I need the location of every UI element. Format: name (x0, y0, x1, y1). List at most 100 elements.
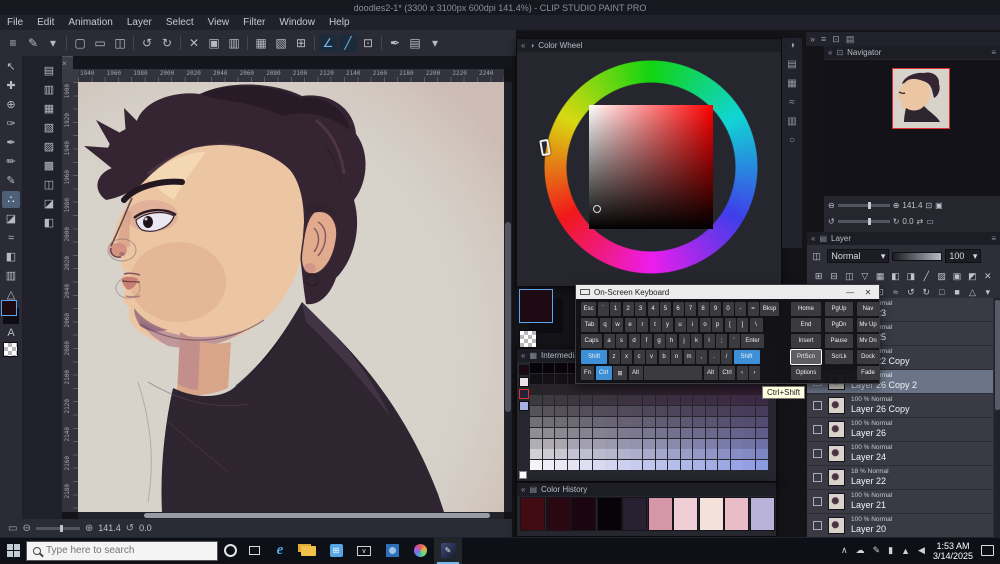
menu-filter[interactable]: Filter (236, 15, 272, 30)
fit-screen-icon[interactable]: ▭ (8, 523, 17, 534)
network-icon[interactable]: ▲ (901, 546, 910, 556)
intermediate-cell[interactable] (730, 395, 743, 406)
intermediate-source-swatch[interactable] (519, 365, 529, 375)
key-2[interactable]: 2 (622, 302, 634, 316)
key-Shift[interactable]: Shift (733, 350, 760, 364)
blend-tool[interactable]: ≈ (2, 229, 20, 246)
key-end[interactable]: End (791, 318, 821, 332)
intermediate-cell[interactable] (718, 460, 731, 471)
intermediate-cell[interactable] (655, 406, 668, 417)
intermediate-cell[interactable] (718, 438, 731, 449)
gradient-icon[interactable]: ▥ (225, 34, 243, 52)
search-input[interactable] (46, 545, 196, 556)
taskbar-clock[interactable]: 1:53 AM 3/14/2025 (933, 541, 973, 561)
menu-layer[interactable]: Layer (120, 15, 159, 30)
snap-to-special-ruler-icon[interactable]: ╱ (339, 34, 357, 52)
intermediate-cell[interactable] (567, 427, 580, 438)
photos-taskbar-button[interactable] (378, 538, 406, 564)
hamburger-menu-icon[interactable]: ≡ (4, 34, 22, 52)
intermediate-cell[interactable] (567, 395, 580, 406)
layer-row[interactable]: 18 % Normal Layer 22 (807, 466, 993, 490)
volume-icon[interactable]: ◀ (918, 545, 925, 556)
intermediate-cell[interactable] (592, 460, 605, 471)
zoom-out-icon[interactable]: ⊖ (22, 523, 30, 534)
fill-icon[interactable]: ▣ (205, 34, 223, 52)
grid-view-icon[interactable]: ⊞ (292, 34, 310, 52)
intermediate-cell[interactable] (617, 406, 630, 417)
intermediate-cell[interactable] (705, 406, 718, 417)
fill-tool-tool[interactable]: ◧ (2, 248, 20, 265)
key-Alt[interactable]: Alt (628, 366, 643, 380)
intermediate-cell[interactable] (743, 417, 756, 427)
key-[[interactable]: [ (724, 318, 736, 332)
key-3[interactable]: 3 (635, 302, 646, 316)
key-options[interactable]: Options (791, 366, 821, 380)
zoom-tool[interactable]: ⊕ (2, 96, 20, 113)
intermediate-cell[interactable] (605, 384, 618, 395)
intermediate-cell[interactable] (655, 449, 668, 460)
key-Tab[interactable]: Tab (581, 318, 598, 332)
intermediate-cell[interactable] (555, 427, 567, 438)
key-;[interactable]: ; (716, 334, 727, 348)
intermediate-cell[interactable] (555, 384, 567, 395)
intermediate-cell[interactable] (555, 406, 567, 417)
intermediate-white-chip[interactable] (519, 471, 527, 479)
open-file-icon[interactable]: ▭ (91, 34, 109, 52)
osk-minimize-button[interactable]: — (843, 288, 857, 297)
operation-tool[interactable]: ↖ (2, 58, 20, 75)
quick-access-tab[interactable]: ⊡ (832, 34, 840, 45)
intermediate-cell[interactable] (743, 449, 756, 460)
intermediate-cell[interactable] (580, 427, 592, 438)
intermediate-cell[interactable] (592, 427, 605, 438)
key--[interactable]: - (735, 302, 746, 316)
zoom-slider[interactable] (35, 524, 80, 532)
intermediate-cell[interactable] (693, 384, 705, 395)
intermediate-cell[interactable] (655, 460, 668, 471)
intermediate-cell[interactable] (680, 406, 693, 417)
color-history-tab[interactable]: ○ (789, 135, 795, 146)
intermediate-cell[interactable] (642, 384, 655, 395)
collapse-icon[interactable]: « (521, 485, 525, 494)
key-scrlk[interactable]: ScrLk (825, 350, 853, 364)
key-b[interactable]: b (658, 350, 670, 364)
intermediate-cell[interactable] (642, 449, 655, 460)
intermediate-cell[interactable] (630, 395, 643, 406)
intermediate-cell[interactable] (743, 384, 756, 395)
zoom-in-icon[interactable]: ⊕ (85, 523, 93, 534)
history-swatch[interactable] (622, 497, 647, 531)
blend-mode-select[interactable]: Normal ▾ (827, 249, 890, 263)
subtool-soft[interactable]: ◫ (40, 176, 58, 193)
cortana-button[interactable] (218, 538, 242, 564)
key-'[interactable]: ' (728, 334, 740, 348)
brush-tool[interactable]: ✎ (2, 172, 20, 189)
key-Ctrl[interactable]: Ctrl (719, 366, 735, 380)
key-m[interactable]: m (683, 350, 695, 364)
intermediate-cell[interactable] (680, 417, 693, 427)
intermediate-cell[interactable] (555, 460, 567, 471)
intermediate-cell[interactable] (668, 438, 680, 449)
rotate-reset-icon[interactable]: ↺ (126, 523, 134, 534)
key-][interactable]: ] (737, 318, 748, 332)
save-file-icon[interactable]: ◫ (111, 34, 129, 52)
intermediate-cell[interactable] (718, 384, 731, 395)
intermediate-cell[interactable] (668, 417, 680, 427)
nav-zoom-out-icon[interactable]: ⊖ (828, 201, 835, 210)
transparent-color-swatch[interactable] (3, 342, 18, 357)
menu-file[interactable]: File (0, 15, 30, 30)
intermediate-cell[interactable] (592, 449, 605, 460)
intermediate-cell[interactable] (580, 384, 592, 395)
key-`[interactable]: ` (597, 302, 609, 316)
intermediate-cell[interactable] (705, 427, 718, 438)
key-pgdn[interactable]: PgDn (825, 318, 853, 332)
intermediate-cell[interactable] (605, 460, 618, 471)
intermediate-cell[interactable] (642, 438, 655, 449)
undo-icon[interactable]: ↺ (138, 34, 156, 52)
key-insert[interactable]: Insert (791, 334, 821, 348)
layer-visibility-checkbox[interactable] (813, 497, 822, 506)
snap-to-grid-icon[interactable]: ⊡ (359, 34, 377, 52)
key-c[interactable]: c (633, 350, 645, 364)
intermediate-cell[interactable] (730, 460, 743, 471)
key-fade[interactable]: Fade (857, 366, 879, 380)
key-a[interactable]: a (603, 334, 615, 348)
current-tool-icon[interactable]: ✎ (24, 34, 42, 52)
